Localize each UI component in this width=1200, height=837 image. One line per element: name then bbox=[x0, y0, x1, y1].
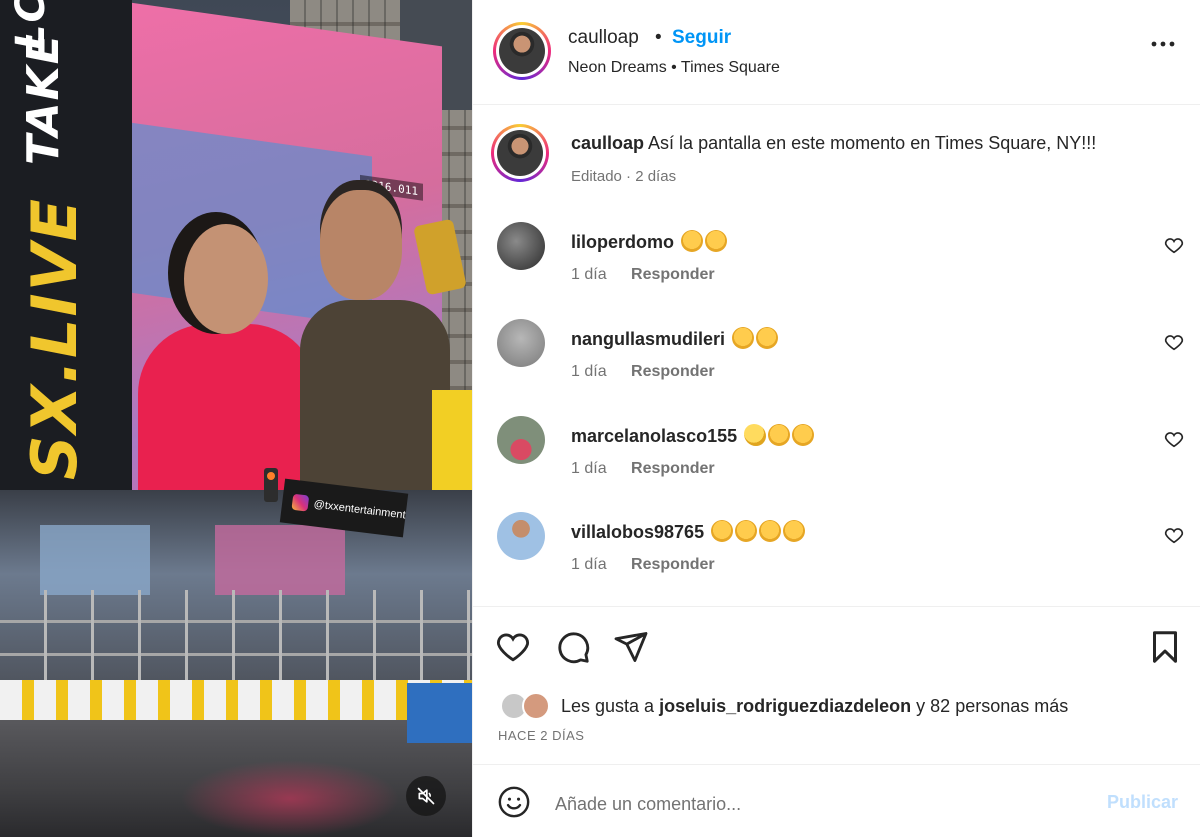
speaker-muted-icon bbox=[417, 787, 435, 805]
comment-avatar[interactable] bbox=[497, 319, 545, 367]
caption-username[interactable]: caulloap bbox=[571, 133, 644, 153]
heart-icon[interactable] bbox=[1163, 428, 1185, 450]
clapping-hands-icon bbox=[744, 424, 767, 446]
comment-avatar[interactable] bbox=[497, 416, 545, 464]
comment-meta: 1 día Responder bbox=[571, 460, 715, 478]
comment-item: marcelanolasco155 1 día Responder bbox=[473, 416, 1200, 496]
comment-time: 1 día bbox=[571, 363, 607, 380]
billboard-text-sxlive: SX.LIVE bbox=[18, 197, 91, 480]
comment-avatar[interactable] bbox=[497, 512, 545, 560]
comment-meta: 1 día Responder bbox=[571, 556, 715, 574]
comment-time: 1 día bbox=[571, 460, 607, 477]
post-actions-bar bbox=[473, 606, 1200, 690]
raising-hands-icon bbox=[756, 327, 779, 349]
comment-time: 1 día bbox=[571, 266, 607, 283]
comment-avatar[interactable] bbox=[497, 222, 545, 270]
comment-time: 1 día bbox=[571, 556, 607, 573]
likes-suffix[interactable]: y 82 personas más bbox=[916, 696, 1068, 716]
caption-meta: Editado · 2 días bbox=[571, 168, 677, 185]
raising-hands-icon bbox=[792, 424, 815, 446]
heart-icon[interactable] bbox=[1163, 524, 1185, 546]
raising-hands-icon bbox=[711, 520, 734, 542]
share-paper-plane-icon[interactable] bbox=[613, 629, 649, 665]
store-window bbox=[40, 525, 150, 595]
street-barriers bbox=[0, 680, 472, 720]
instagram-logo-icon bbox=[291, 493, 309, 512]
comment-username[interactable]: nangullasmudileri bbox=[571, 329, 725, 349]
author-avatar[interactable] bbox=[493, 22, 551, 80]
post-header: caulloap • Seguir Neon Dreams • Times Sq… bbox=[473, 0, 1200, 105]
left-billboard: SX.LIVE TAKE LCR bbox=[0, 0, 132, 500]
comment-line: marcelanolasco155 bbox=[571, 424, 815, 447]
raising-hands-icon bbox=[759, 520, 782, 542]
like-heart-icon[interactable] bbox=[495, 629, 531, 665]
author-username[interactable]: caulloap bbox=[568, 27, 639, 49]
comment-bubble-icon[interactable] bbox=[555, 629, 591, 665]
comment-username[interactable]: liloperdomo bbox=[571, 232, 674, 252]
raising-hands-icon bbox=[681, 230, 704, 252]
more-horizontal-icon bbox=[1151, 41, 1175, 47]
comment-item: liloperdomo 1 día Responder bbox=[473, 222, 1200, 302]
heart-icon[interactable] bbox=[1163, 331, 1185, 353]
heart-icon[interactable] bbox=[1163, 234, 1185, 256]
reply-button[interactable]: Responder bbox=[631, 266, 715, 283]
comment-meta: 1 día Responder bbox=[571, 363, 715, 381]
follow-button[interactable]: Seguir bbox=[672, 27, 731, 49]
mute-button[interactable] bbox=[406, 776, 446, 816]
header-separator: • bbox=[655, 27, 662, 48]
post-media[interactable]: 1216.011 SX.LIVE TAKE LCR @txxentertainm… bbox=[0, 0, 472, 837]
emoji-smiley-icon[interactable] bbox=[497, 785, 531, 819]
raising-hands-icon bbox=[732, 327, 755, 349]
comment-line: nangullasmudileri bbox=[571, 327, 779, 350]
billboard-text-lcr: LCR bbox=[8, 0, 54, 50]
publish-button[interactable]: Publicar bbox=[1107, 792, 1178, 813]
post-location[interactable]: Neon Dreams • Times Square bbox=[568, 59, 780, 77]
instagram-sign-handle: @txxentertainment bbox=[312, 498, 407, 522]
woman-figure bbox=[138, 224, 318, 544]
reply-button[interactable]: Responder bbox=[631, 363, 715, 380]
comment-line: liloperdomo bbox=[571, 230, 728, 253]
raising-hands-icon bbox=[705, 230, 728, 252]
caption-avatar[interactable] bbox=[491, 124, 549, 182]
likes-prefix: Les gusta a bbox=[561, 696, 655, 716]
liker-avatar[interactable] bbox=[522, 692, 550, 720]
post-sidebar: caulloap • Seguir Neon Dreams • Times Sq… bbox=[472, 0, 1200, 837]
reply-button[interactable]: Responder bbox=[631, 556, 715, 573]
billboard-text-take: TAKE bbox=[18, 32, 69, 165]
blue-container bbox=[407, 683, 472, 743]
comment-username[interactable]: villalobos98765 bbox=[571, 522, 704, 542]
add-comment-bar: Publicar bbox=[473, 764, 1200, 837]
traffic-light-small bbox=[264, 468, 278, 502]
more-options-button[interactable] bbox=[1147, 32, 1179, 56]
comment-item: villalobos98765 1 día Responder bbox=[473, 512, 1200, 592]
post-timestamp[interactable]: HACE 2 DÍAS bbox=[498, 728, 584, 743]
raising-hands-icon bbox=[768, 424, 791, 446]
comment-meta: 1 día Responder bbox=[571, 266, 715, 284]
likes-user[interactable]: joseluis_rodriguezdiazdeleon bbox=[659, 696, 911, 716]
comment-username[interactable]: marcelanolasco155 bbox=[571, 426, 737, 446]
street-reflection bbox=[180, 760, 400, 837]
comment-line: villalobos98765 bbox=[571, 520, 806, 543]
comment-item: nangullasmudileri 1 día Responder bbox=[473, 319, 1200, 399]
bookmark-icon[interactable] bbox=[1147, 629, 1183, 665]
caption-text-line: caulloap Así la pantalla en este momento… bbox=[571, 133, 1096, 154]
comment-input[interactable] bbox=[555, 789, 1075, 819]
likes-text: Les gusta a joseluis_rodriguezdiazdeleon… bbox=[561, 696, 1068, 717]
store-window bbox=[215, 525, 345, 595]
caption-body: Así la pantalla en este momento en Times… bbox=[648, 133, 1097, 153]
reply-button[interactable]: Responder bbox=[631, 460, 715, 477]
raising-hands-icon bbox=[783, 520, 806, 542]
scaffolding bbox=[0, 590, 472, 690]
yellow-ad-panel bbox=[432, 390, 472, 490]
raising-hands-icon bbox=[735, 520, 758, 542]
